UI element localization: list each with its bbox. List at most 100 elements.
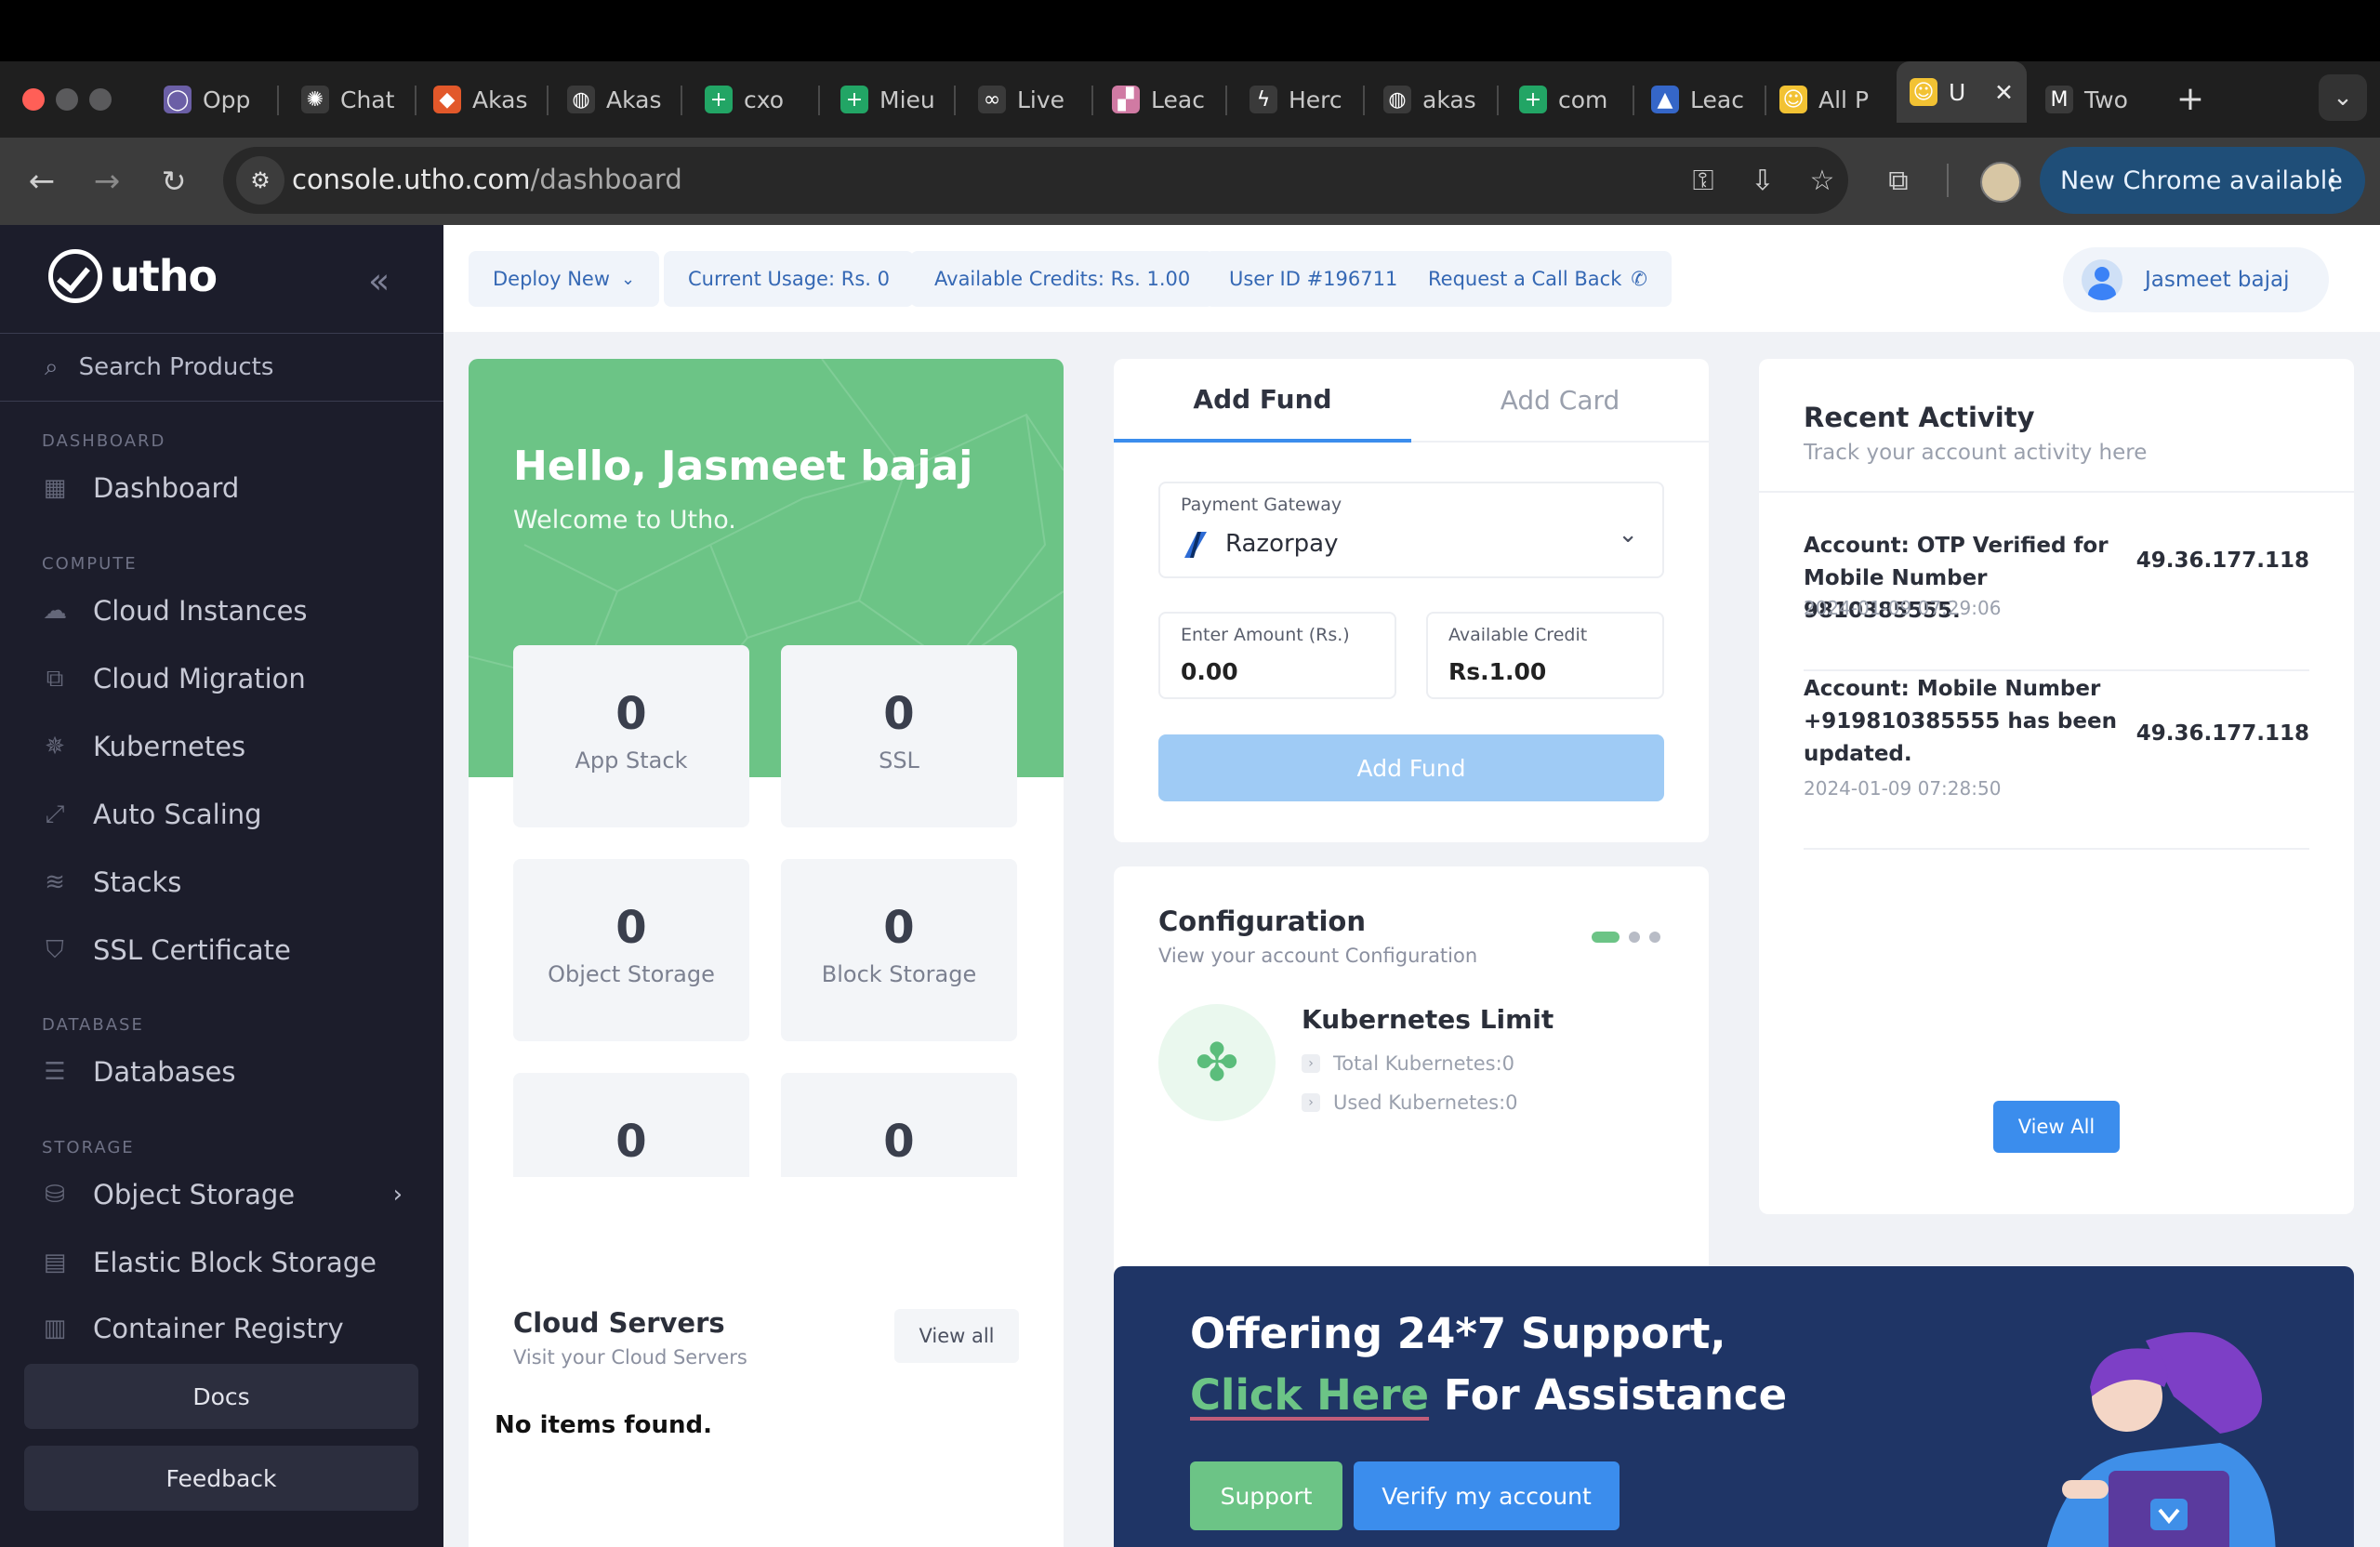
utho-icon: ☺ — [1910, 78, 1937, 106]
cloud-servers-title: Cloud Servers — [513, 1307, 725, 1339]
verify-account-button[interactable]: Verify my account — [1354, 1461, 1620, 1530]
figma-icon: ◆ — [433, 86, 461, 113]
section-label-storage: STORAGE — [42, 1138, 135, 1157]
carousel-dot[interactable] — [1629, 932, 1640, 943]
sidebar-item-label: Databases — [93, 1056, 236, 1088]
docs-button[interactable]: Docs — [24, 1364, 418, 1429]
window-minimize-dot[interactable] — [56, 88, 78, 111]
new-tab-button[interactable]: + — [2172, 80, 2209, 118]
request-callback-label: Request a Call Back — [1428, 268, 1622, 290]
browser-tab[interactable]: M Two — [2032, 76, 2153, 123]
browser-tab[interactable]: ◍ akas — [1370, 76, 1491, 123]
stat-card-ssl[interactable]: 0 SSL — [781, 645, 1017, 827]
stat-card[interactable]: 0 — [513, 1073, 749, 1177]
stat-card-block-storage[interactable]: 0 Block Storage — [781, 859, 1017, 1041]
browser-tab[interactable]: ◆ Akas — [420, 76, 541, 123]
sidebar-item-cloud-instances[interactable]: ☁ Cloud Instances — [0, 582, 443, 640]
browser-tab-label: Mieu — [879, 86, 935, 113]
view-all-activity-button[interactable]: View All — [1993, 1101, 2120, 1153]
total-kubernetes-text: Total Kubernetes:0 — [1333, 1052, 1515, 1075]
sidebar-item-label: Cloud Migration — [93, 663, 306, 694]
sidebar-item-databases[interactable]: ☰ Databases — [0, 1043, 443, 1101]
sidebar-item-container-registry[interactable]: ▥ Container Registry — [0, 1300, 443, 1357]
collapse-sidebar-icon[interactable]: « — [368, 260, 390, 301]
window-zoom-dot[interactable] — [89, 88, 112, 111]
stat-value: 0 — [615, 902, 647, 954]
window-close-dot[interactable] — [22, 88, 45, 111]
add-fund-card: Add Fund Add Card Payment Gateway Razorp… — [1114, 359, 1709, 842]
browser-tab[interactable]: ☺ U ✕ — [1897, 61, 2027, 123]
browser-tab[interactable]: ◍ Akas — [554, 76, 675, 123]
sidebar-item-dashboard[interactable]: ▦ Dashboard — [0, 459, 443, 517]
sidebar-item-elastic-block-storage[interactable]: ▤ Elastic Block Storage — [0, 1234, 443, 1291]
browser-tab[interactable]: ▲ Leac — [1638, 76, 1759, 123]
section-label-compute: COMPUTE — [42, 554, 138, 574]
click-here-link[interactable]: Click Here — [1190, 1370, 1429, 1420]
install-app-icon[interactable]: ⇩ — [1744, 162, 1781, 199]
divider — [0, 401, 443, 402]
request-callback-button[interactable]: Request a Call Back ✆ — [1404, 251, 1672, 307]
password-key-icon[interactable]: ⚿ — [1685, 162, 1722, 199]
sidebar-item-auto-scaling[interactable]: ⤢ Auto Scaling — [0, 786, 443, 843]
globe-icon: ◍ — [1383, 86, 1411, 113]
browser-tab[interactable]: + com — [1506, 76, 1627, 123]
sidebar-item-stacks[interactable]: ≋ Stacks — [0, 853, 443, 911]
add-fund-button[interactable]: Add Fund — [1158, 734, 1664, 801]
stat-card[interactable]: 0 — [781, 1073, 1017, 1177]
sidebar-item-ssl-certificate[interactable]: ⛉ SSL Certificate — [0, 921, 443, 979]
carousel-dot[interactable] — [1649, 932, 1660, 943]
back-arrow-icon[interactable]: ← — [19, 158, 65, 205]
deploy-new-dropdown[interactable]: Deploy New ⌄ — [469, 251, 660, 307]
feedback-button[interactable]: Feedback — [24, 1446, 418, 1511]
search-products-input[interactable]: ⌕ Search Products — [0, 334, 443, 401]
sidebar-item-object-storage[interactable]: ⛁ Object Storage › — [0, 1166, 443, 1223]
payment-gateway-select[interactable]: Payment Gateway Razorpay ⌄ — [1158, 482, 1664, 578]
support-agent-illustration — [2046, 1332, 2276, 1547]
site-settings-icon[interactable]: ⚙ — [236, 156, 284, 205]
sheets-icon: + — [840, 86, 868, 113]
available-credit-field: Available Credit Rs.1.00 — [1426, 612, 1664, 699]
stat-card-object-storage[interactable]: 0 Object Storage — [513, 859, 749, 1041]
utho-logo[interactable]: utho — [48, 249, 218, 303]
bookmark-star-icon[interactable]: ☆ — [1804, 162, 1841, 199]
tab-search-chevron-icon[interactable]: ⌄ — [2319, 74, 2367, 121]
payment-gateway-value: Razorpay — [1225, 530, 1339, 558]
chrome-update-button[interactable]: New Chrome available ⋮ — [2040, 147, 2365, 214]
configuration-title: Configuration — [1158, 906, 1366, 937]
section-label-dashboard: DASHBOARD — [42, 431, 166, 451]
tab-add-card[interactable]: Add Card — [1411, 359, 1709, 443]
sidebar-item-cloud-migration[interactable]: ⧉ Cloud Migration — [0, 650, 443, 707]
browser-tab[interactable]: ✺ Chat — [288, 76, 409, 123]
browser-tab-label: com — [1558, 86, 1608, 113]
browser-tab[interactable]: ☺ All P — [1766, 76, 1887, 123]
kebab-menu-icon[interactable]: ⋮ — [2319, 164, 2347, 196]
browser-tab[interactable]: ▞ Leac — [1099, 76, 1220, 123]
address-bar[interactable]: ⚙ console.utho.com/dashboard ⚿ ⇩ ☆ — [223, 147, 1848, 214]
stat-card-app-stack[interactable]: 0 App Stack — [513, 645, 749, 827]
tab-add-fund[interactable]: Add Fund — [1114, 359, 1411, 443]
amount-field[interactable]: Enter Amount (Rs.) 0.00 — [1158, 612, 1396, 699]
sidebar-item-kubernetes[interactable]: ✵ Kubernetes — [0, 718, 443, 775]
activity-text: Account: Mobile Number +919810385555 has… — [1804, 677, 2117, 766]
reload-icon[interactable]: ↻ — [151, 158, 197, 205]
browser-tab[interactable]: ϟ Herc — [1236, 76, 1357, 123]
browser-tab[interactable]: ◯ Opp — [151, 76, 271, 123]
available-credit-value: Rs.1.00 — [1448, 658, 1547, 685]
extensions-puzzle-icon[interactable]: ⧉ — [1878, 160, 1919, 201]
support-button[interactable]: Support — [1190, 1461, 1342, 1530]
view-all-servers-button[interactable]: View all — [894, 1309, 1019, 1363]
user-menu[interactable]: Jasmeet bajaj — [2063, 247, 2329, 312]
chrome-profile-avatar[interactable] — [1980, 162, 2021, 203]
forward-arrow-icon[interactable]: → — [84, 158, 130, 205]
carousel-dot-active[interactable] — [1592, 932, 1620, 943]
browser-tab[interactable]: + cxo — [692, 76, 813, 123]
browser-tab[interactable]: ∞ Live — [965, 76, 1086, 123]
browser-tab[interactable]: + Mieu — [827, 76, 948, 123]
available-credit-label: Available Credit — [1448, 625, 1588, 645]
utho-icon: ☺ — [1779, 86, 1807, 113]
support-headline: Offering 24*7 Support, — [1190, 1309, 1726, 1358]
browser-tab-label: Chat — [340, 86, 395, 113]
browser-tab-label: Leac — [1690, 86, 1744, 113]
close-tab-icon[interactable]: ✕ — [1994, 79, 2014, 106]
sidebar-item-label: Object Storage — [93, 1179, 296, 1210]
